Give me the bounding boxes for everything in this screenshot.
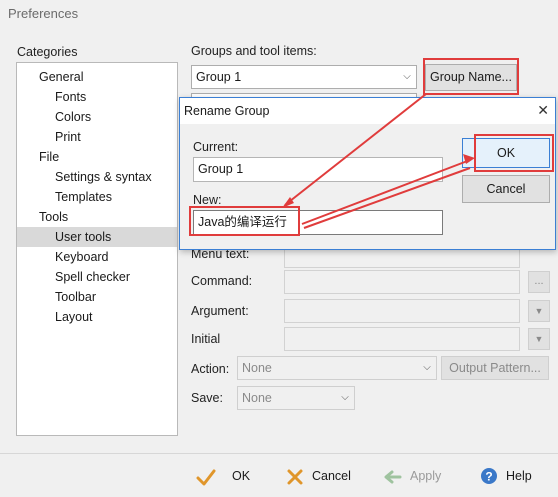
annotation-arrow-to-ok-2 (303, 167, 471, 229)
annotation-arrow-to-ok (301, 159, 471, 225)
annotation-arrows (282, 93, 475, 229)
annotation-arrow-to-new (284, 93, 427, 206)
